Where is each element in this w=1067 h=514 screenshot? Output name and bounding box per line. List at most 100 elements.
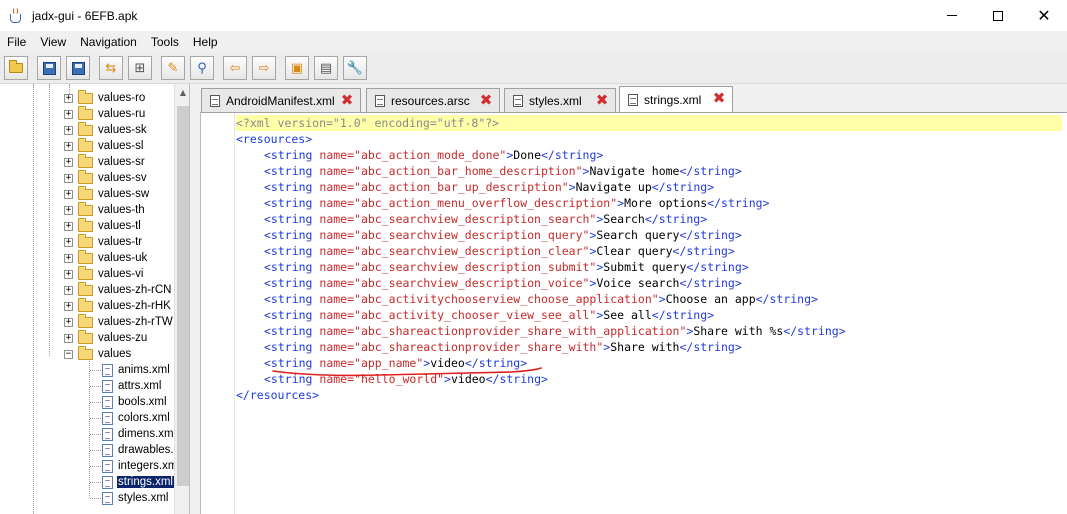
tree-item[interactable]: + values-ru: [64, 105, 146, 122]
tab-strings-xml[interactable]: strings.xml ✖: [619, 86, 733, 113]
scroll-up-icon[interactable]: ▲: [175, 84, 189, 100]
scrollbar-thumb[interactable]: [177, 106, 189, 486]
search-button[interactable]: ✎: [161, 56, 185, 80]
preferences-button[interactable]: 🔧: [343, 56, 367, 80]
tree-item[interactable]: strings.xml: [102, 474, 174, 490]
tree-item-label: values-sv: [98, 172, 147, 184]
expand-icon[interactable]: +: [64, 205, 73, 215]
close-tab-icon[interactable]: ✖: [340, 91, 354, 109]
tree-item[interactable]: + values-sv: [64, 169, 148, 186]
expand-icon[interactable]: +: [64, 269, 73, 279]
close-button[interactable]: ✕: [1021, 0, 1067, 31]
tree-item[interactable]: + values-ro: [64, 89, 146, 106]
expand-icon[interactable]: +: [64, 109, 73, 119]
close-tab-icon[interactable]: ✖: [479, 91, 493, 109]
tree-scrollbar[interactable]: ▲: [174, 84, 189, 514]
code-area[interactable]: <?xml version="1.0" encoding="utf-8"?> <…: [236, 115, 1062, 403]
menu-tools[interactable]: Tools: [144, 31, 186, 53]
menu-navigation[interactable]: Navigation: [73, 31, 144, 53]
expand-icon[interactable]: +: [64, 157, 73, 167]
close-tab-icon[interactable]: ✖: [712, 89, 726, 107]
flatten-packages-button[interactable]: ⊞: [128, 56, 152, 80]
maximize-button[interactable]: [975, 0, 1021, 31]
code-editor[interactable]: <?xml version="1.0" encoding="utf-8"?> <…: [200, 112, 1067, 514]
tab-resources-arsc[interactable]: resources.arsc ✖: [366, 88, 500, 112]
forward-button[interactable]: ⇨: [252, 56, 276, 80]
file-icon: [210, 94, 220, 107]
tree-item[interactable]: + values-zu: [64, 329, 148, 346]
export-button[interactable]: [66, 56, 90, 80]
code-line-string: <string name="abc_searchview_description…: [264, 212, 708, 226]
minimize-button[interactable]: [929, 0, 975, 31]
find-text-button[interactable]: ⚲: [190, 56, 214, 80]
tree-item[interactable]: + values-sw: [64, 185, 150, 202]
tree-item-label: values-tl: [98, 220, 141, 232]
tree-item[interactable]: styles.xml: [102, 490, 169, 506]
expand-icon[interactable]: +: [64, 189, 73, 199]
xml-file-icon: [102, 379, 113, 393]
tree-item[interactable]: + values-tr: [64, 233, 143, 250]
tree-item[interactable]: + values-vi: [64, 265, 144, 282]
expand-icon[interactable]: +: [64, 253, 73, 263]
tree-item-label: colors.xml: [118, 412, 170, 424]
tree-item-label: values-zu: [98, 332, 148, 344]
save-all-button[interactable]: [37, 56, 61, 80]
sync-tree-button[interactable]: ⇆: [99, 56, 123, 80]
forward-icon: ⇨: [258, 60, 270, 76]
decompile-all-button[interactable]: ▣: [285, 56, 309, 80]
expand-icon[interactable]: +: [64, 221, 73, 231]
tree-item[interactable]: − values: [64, 345, 132, 362]
menu-view[interactable]: View: [33, 31, 73, 53]
menu-file[interactable]: File: [0, 31, 33, 53]
tree-item-label: strings.xml: [117, 476, 174, 488]
maximize-icon: [993, 10, 1003, 21]
tab-androidmanifest[interactable]: AndroidManifest.xml ✖: [201, 88, 361, 112]
expand-icon[interactable]: +: [64, 141, 73, 151]
window-title: jadx-gui - 6EFB.apk: [32, 8, 138, 23]
tree-item[interactable]: anims.xml: [102, 362, 171, 378]
folder-icon: [78, 121, 93, 136]
tree-item[interactable]: bools.xml: [102, 394, 168, 410]
tree-item-label: dimens.xml: [118, 428, 177, 440]
tree-item[interactable]: drawables.x: [102, 442, 180, 458]
back-button[interactable]: ⇦: [223, 56, 247, 80]
tree-item[interactable]: + values-th: [64, 201, 146, 218]
tree-item[interactable]: + values-tl: [64, 217, 142, 234]
tree-item-label: values-vi: [98, 268, 144, 280]
tree-item[interactable]: + values-zh-rCN: [64, 281, 173, 298]
project-tree[interactable]: + values-ro + values-ru + values-sk + values-sl…: [0, 84, 190, 514]
menu-help[interactable]: Help: [186, 31, 225, 53]
tree-item-label: values-sr: [98, 156, 145, 168]
decompile-all-icon: ▣: [290, 60, 304, 76]
tree-item[interactable]: integers.xm: [102, 458, 178, 474]
collapse-icon[interactable]: −: [64, 349, 73, 359]
expand-icon[interactable]: +: [64, 125, 73, 135]
tree-item[interactable]: attrs.xml: [102, 378, 162, 394]
expand-icon[interactable]: +: [64, 285, 73, 295]
close-tab-icon[interactable]: ✖: [595, 91, 609, 109]
expand-icon[interactable]: +: [64, 93, 73, 103]
tree-item[interactable]: + values-uk: [64, 249, 148, 266]
expand-icon[interactable]: +: [64, 173, 73, 183]
open-file-button[interactable]: [4, 56, 28, 80]
tree-item-label: drawables.x: [118, 444, 180, 456]
tree-item[interactable]: + values-sl: [64, 137, 144, 154]
code-line-string: <string name="abc_activitychooserview_ch…: [264, 292, 818, 306]
tree-item[interactable]: colors.xml: [102, 410, 171, 426]
expand-icon[interactable]: +: [64, 333, 73, 343]
code-line-string: <string name="app_name">video</string>: [264, 356, 528, 370]
tree-item[interactable]: + values-zh-rTW: [64, 313, 174, 330]
tree-item-label: values-tr: [98, 236, 143, 248]
log-viewer-button[interactable]: ▤: [314, 56, 338, 80]
expand-icon[interactable]: +: [64, 301, 73, 311]
save-icon: [71, 61, 85, 75]
tree-item[interactable]: dimens.xml: [102, 426, 177, 442]
xml-file-icon: [102, 459, 113, 473]
expand-icon[interactable]: +: [64, 317, 73, 327]
tree-item-label: styles.xml: [118, 492, 169, 504]
tree-item[interactable]: + values-sk: [64, 121, 148, 138]
tree-item[interactable]: + values-zh-rHK: [64, 297, 172, 314]
tab-styles-xml[interactable]: styles.xml ✖: [504, 88, 616, 112]
tree-item[interactable]: + values-sr: [64, 153, 146, 170]
expand-icon[interactable]: +: [64, 237, 73, 247]
